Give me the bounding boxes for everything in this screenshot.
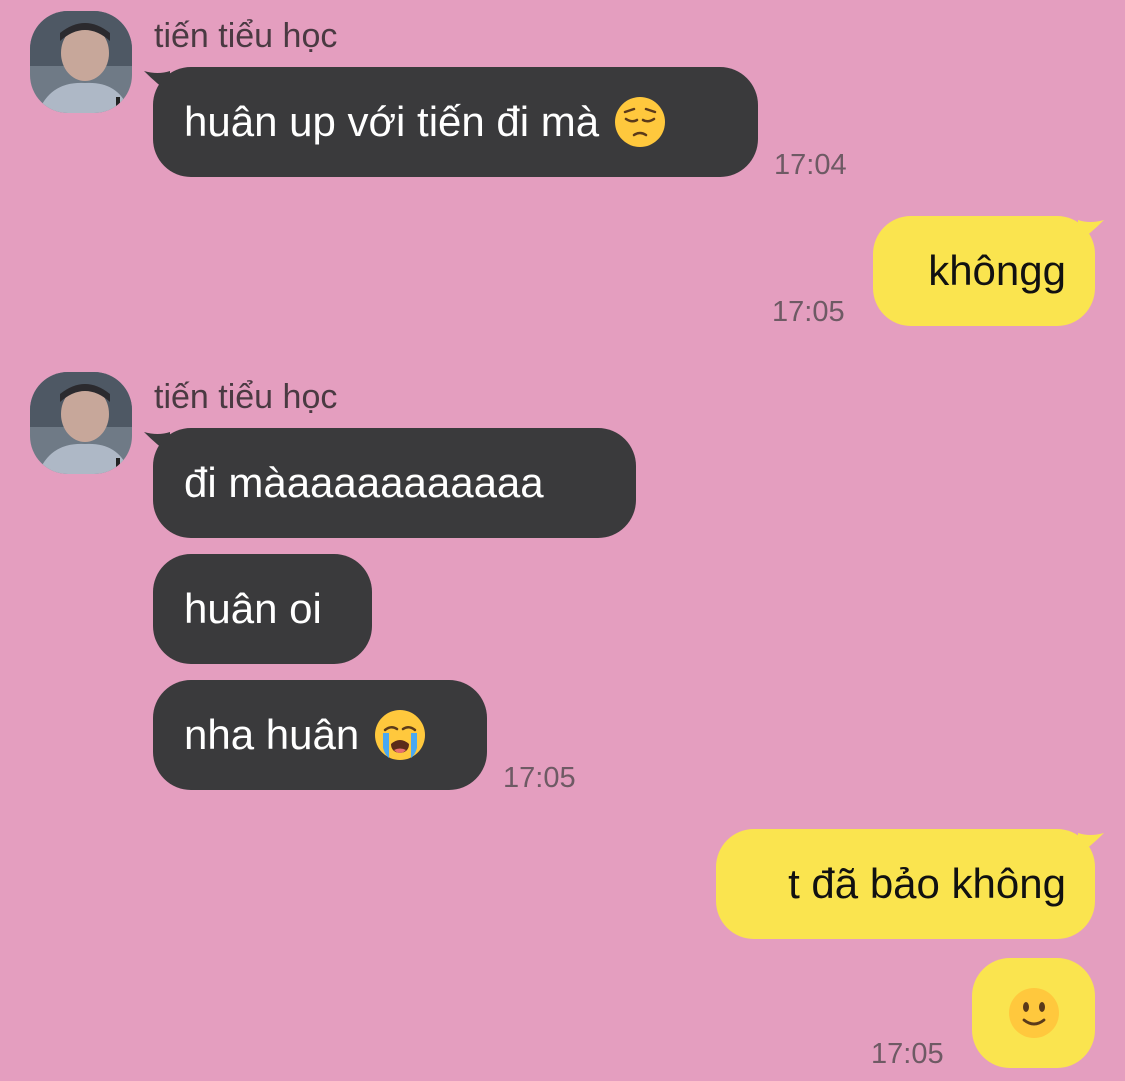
incoming-message-bubble[interactable]: huân oi — [153, 554, 372, 664]
bubble-tail — [144, 432, 170, 454]
message-timestamp: 17:05 — [871, 1038, 944, 1070]
bubble-tail — [144, 71, 170, 93]
bubble-tail — [1078, 220, 1104, 242]
incoming-message-bubble[interactable]: huân up với tiến đi mà — [144, 67, 758, 177]
sender-name: tiến tiểu học — [154, 17, 338, 55]
loudly-crying-face-emoji — [373, 708, 427, 762]
message-timestamp: 17:05 — [772, 296, 845, 328]
message-timestamp: 17:04 — [774, 149, 847, 181]
message-text: t đã bảo không — [788, 860, 1066, 907]
slightly-smiling-face-emoji — [1007, 986, 1061, 1040]
message-text: huân up với tiến đi mà — [184, 98, 600, 145]
bubble-tail — [1078, 833, 1104, 855]
chat-thread[interactable]: tiến tiểu học huân up với tiến đi mà 17:… — [0, 0, 1125, 1081]
outgoing-message-bubble[interactable]: t đã bảo không — [716, 829, 1104, 939]
message-text: nha huân — [184, 711, 360, 758]
outgoing-message-bubble[interactable]: khôngg — [873, 216, 1104, 326]
sender-avatar[interactable] — [30, 11, 132, 113]
message-text: huân oi — [184, 585, 322, 632]
message-text: khôngg — [928, 247, 1066, 294]
incoming-message-bubble[interactable]: đi màaaaaaaaaaaa — [144, 428, 636, 538]
message-text: đi màaaaaaaaaaaa — [184, 459, 544, 506]
message-timestamp: 17:05 — [503, 762, 576, 794]
incoming-message-bubble[interactable]: nha huân — [153, 680, 487, 790]
sender-name: tiến tiểu học — [154, 378, 338, 416]
sender-avatar[interactable] — [30, 372, 132, 474]
outgoing-message-bubble[interactable] — [972, 958, 1095, 1068]
pensive-face-emoji — [613, 95, 667, 149]
